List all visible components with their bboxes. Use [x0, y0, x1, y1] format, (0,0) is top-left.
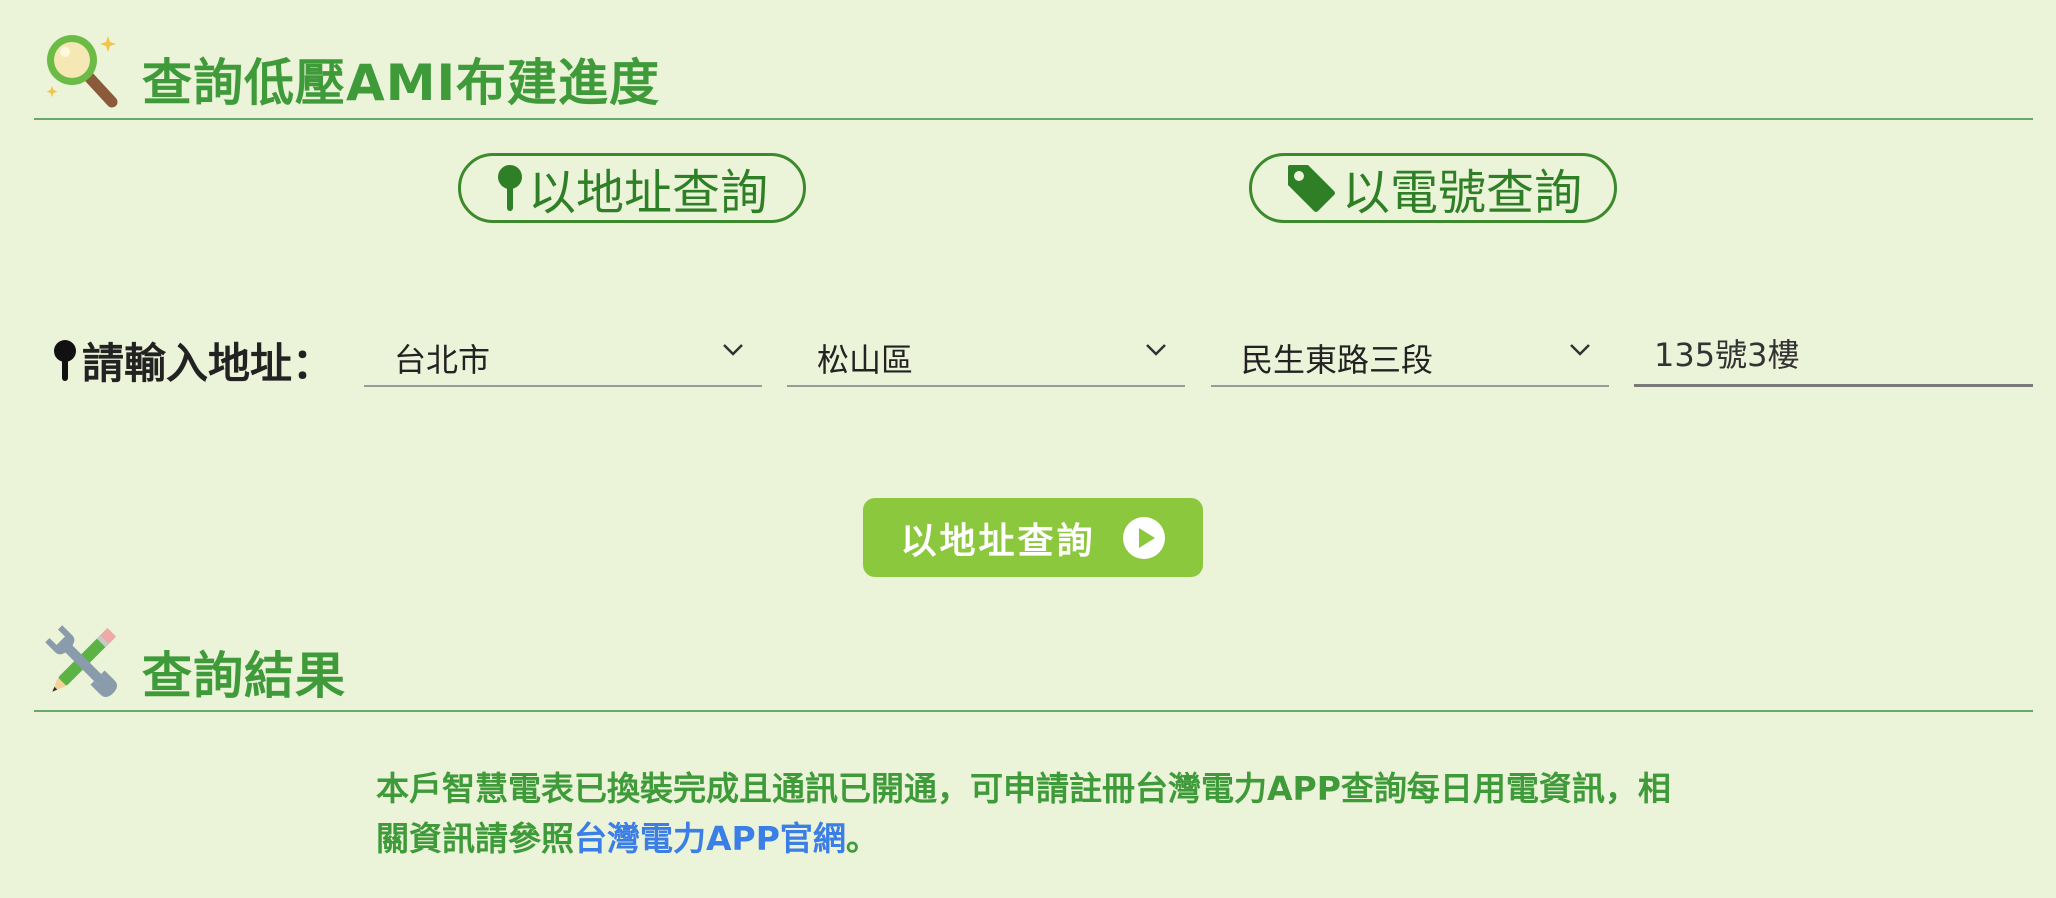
district-select-value: 松山區	[817, 341, 914, 379]
query-by-address-tab[interactable]: 以地址查詢	[458, 153, 806, 223]
city-select-value: 台北市	[394, 341, 491, 379]
address-label-text: 請輸入地址：	[82, 339, 335, 388]
chevron-down-icon	[1570, 344, 1590, 356]
map-pin-icon	[54, 339, 76, 381]
result-section-header: 查詢結果	[34, 622, 2033, 717]
play-circle-icon	[1122, 516, 1165, 559]
taipower-app-link[interactable]: 台灣電力APP官網	[574, 819, 846, 858]
district-select[interactable]: 松山區	[787, 325, 1185, 387]
map-pin-icon	[497, 165, 522, 211]
road-select[interactable]: 民生東路三段	[1211, 325, 1609, 387]
query-by-meter-label: 以電號查詢	[1341, 165, 1582, 221]
road-select-value: 民生東路三段	[1241, 341, 1434, 379]
result-message-end: 。	[845, 819, 879, 858]
address-label: 請輸入地址：	[52, 330, 334, 391]
section-divider	[34, 118, 2033, 120]
section-divider	[34, 710, 2033, 712]
address-detail-input[interactable]	[1634, 322, 2033, 387]
result-section-title: 查詢結果	[142, 647, 346, 705]
page-title: 查詢低壓AMI布建進度	[142, 54, 661, 112]
city-select[interactable]: 台北市	[364, 325, 762, 387]
submit-address-query-button[interactable]: 以地址查詢	[863, 498, 1203, 577]
magnifier-sparkle-icon	[46, 35, 118, 108]
result-message-text: 本戶智慧電表已換裝完成且通訊已開通，可申請註冊台灣電力APP查詢每日用電資訊，相…	[376, 769, 1671, 858]
submit-button-label: 以地址查詢	[900, 520, 1096, 562]
result-message: 本戶智慧電表已換裝完成且通訊已開通，可申請註冊台灣電力APP查詢每日用電資訊，相…	[376, 764, 1696, 864]
query-by-address-label: 以地址查詢	[527, 165, 768, 221]
tag-icon	[1287, 165, 1335, 212]
query-by-meter-tab[interactable]: 以電號查詢	[1249, 153, 1617, 223]
wrench-pencil-icon	[45, 625, 118, 698]
chevron-down-icon	[723, 344, 743, 356]
query-section-header: 查詢低壓AMI布建進度	[34, 28, 2033, 123]
chevron-down-icon	[1146, 344, 1166, 356]
